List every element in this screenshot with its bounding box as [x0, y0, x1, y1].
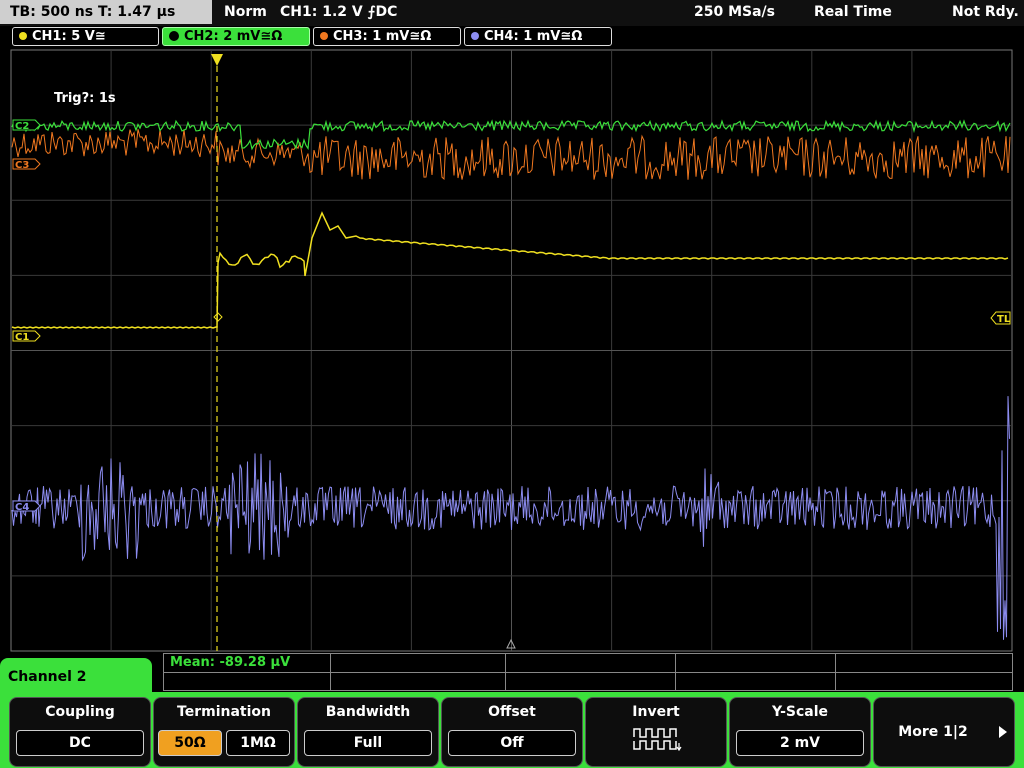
offset-value[interactable]: Off: [448, 730, 576, 756]
ch2-dot-icon: [169, 30, 179, 41]
channel-tab-ch4[interactable]: CH4: 1 mV≅Ω: [464, 27, 612, 46]
termination-title: Termination: [177, 704, 271, 720]
yscale-value[interactable]: 2 mV: [736, 730, 864, 756]
waveform-display[interactable]: Trig?: 1s C2 C3 C1 C4 TL: [0, 48, 1024, 653]
mean-measurement: Mean: -89.28 µV: [170, 655, 291, 670]
trigger-status: Not Rdy.: [952, 4, 1019, 20]
offset-title: Offset: [488, 704, 536, 720]
more-label: More 1|2: [898, 724, 968, 740]
trigger-mode[interactable]: Norm: [224, 0, 267, 24]
ch3-marker-label: C3: [15, 160, 29, 171]
arrow-right-icon: [999, 726, 1007, 738]
ch1-tab-label: CH1: 5 V≅: [32, 29, 106, 44]
invert-title: Invert: [632, 704, 680, 720]
termination-1mohm[interactable]: 1MΩ: [226, 730, 290, 756]
channel-tab-ch3[interactable]: CH3: 1 mV≅Ω: [313, 27, 461, 46]
ch2-tab-label: CH2: 2 mV≅Ω: [184, 29, 283, 44]
ch1-dot-icon: [19, 31, 27, 40]
trigger-source[interactable]: CH1: 1.2 V ⨍DC: [280, 0, 397, 24]
acquisition-mode: Real Time: [814, 4, 892, 20]
ch4-tab-label: CH4: 1 mV≅Ω: [484, 29, 583, 44]
channel-tab-ch2[interactable]: CH2: 2 mV≅Ω: [162, 27, 310, 46]
invert-softkey[interactable]: Invert: [585, 697, 727, 767]
ch4-marker-label: C4: [15, 502, 29, 513]
trigger-level-label: TL: [997, 314, 1011, 325]
offset-softkey[interactable]: Offset Off: [441, 697, 583, 767]
coupling-title: Coupling: [45, 704, 115, 720]
more-softkey[interactable]: More 1|2: [873, 697, 1015, 767]
ch3-dot-icon: [320, 31, 328, 40]
ch2-marker-label: C2: [15, 121, 29, 132]
bandwidth-softkey[interactable]: Bandwidth Full: [297, 697, 439, 767]
sample-rate: 250 MSa/s: [694, 4, 776, 20]
coupling-softkey[interactable]: Coupling DC: [9, 697, 151, 767]
trigger-info: Trig?: 1s: [54, 91, 116, 106]
channel-tab-ch1[interactable]: CH1: 5 V≅: [12, 27, 159, 46]
coupling-value[interactable]: DC: [16, 730, 144, 756]
measurement-bar: [163, 653, 1013, 691]
yscale-title: Y-Scale: [771, 704, 828, 720]
ch3-tab-label: CH3: 1 mV≅Ω: [333, 29, 432, 44]
timebase-readout[interactable]: TB: 500 ns T: 1.47 µs: [0, 0, 212, 24]
ch4-dot-icon: [471, 31, 479, 40]
termination-softkey[interactable]: Termination 50Ω 1MΩ: [153, 697, 295, 767]
bandwidth-value[interactable]: Full: [304, 730, 432, 756]
termination-50ohm[interactable]: 50Ω: [158, 730, 222, 756]
bandwidth-title: Bandwidth: [325, 704, 411, 720]
yscale-softkey[interactable]: Y-Scale 2 mV: [729, 697, 871, 767]
ch1-marker-label: C1: [15, 332, 29, 343]
invert-waveform-icon: [633, 728, 682, 752]
